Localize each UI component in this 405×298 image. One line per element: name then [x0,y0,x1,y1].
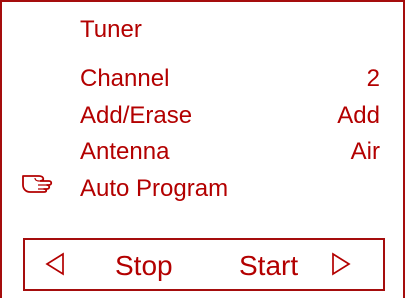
menu-item-value: Air [350,138,380,165]
menu-item-label: Channel [80,65,170,92]
start-button[interactable]: Start [239,250,298,282]
menu-item-label: Auto Program [80,175,229,202]
menu-item-value: 2 [366,65,380,92]
menu-item-auto-program[interactable]: Auto Program [80,174,380,204]
menu-item-label: Add/Erase [80,102,193,129]
tuner-osd-screen: Tuner Channel 2 Add/Erase Add Antenna Ai… [0,0,405,298]
menu-item-channel[interactable]: Channel 2 [80,64,380,94]
left-triangle-icon[interactable] [45,250,65,278]
menu-item-value: Add [337,102,380,129]
hand-pointer-icon [21,168,57,194]
stop-button[interactable]: Stop [115,250,173,282]
menu-item-label: Antenna [80,138,170,165]
right-triangle-icon[interactable] [331,250,351,278]
menu-title: Tuner [80,16,142,43]
control-bar: Stop Start [23,238,385,291]
menu-item-add-erase[interactable]: Add/Erase Add [80,101,380,131]
menu-item-antenna[interactable]: Antenna Air [80,137,380,167]
